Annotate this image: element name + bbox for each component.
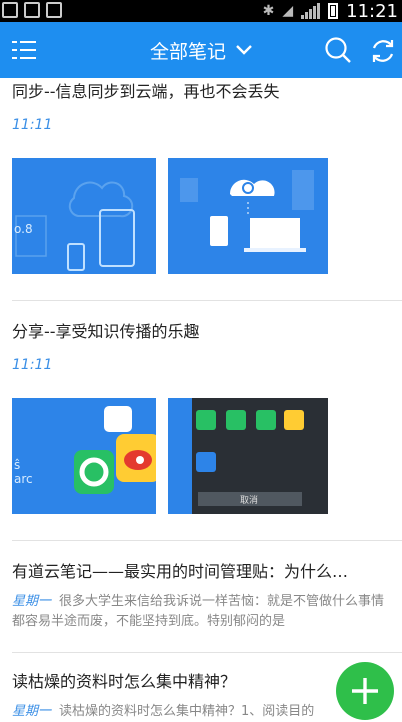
note-list[interactable]: 同步--信息同步到云端，再也不会丢失 11:11 o.8 分享--享受知识传播的… <box>0 78 402 722</box>
note-thumbnail[interactable]: ŝ arc <box>12 398 156 514</box>
note-title: 分享--享受知识传播的乐趣 <box>12 322 200 341</box>
divider <box>12 300 402 301</box>
battery-icon <box>328 3 339 19</box>
status-bar: ✱ ◢ 11:21 <box>0 0 402 22</box>
cloud-sync-illustration <box>180 170 314 252</box>
add-note-button[interactable] <box>336 662 394 720</box>
wifi-icon: ◢ <box>282 3 294 19</box>
note-excerpt: 星期一 读枯燥的资料时怎么集中精神？1、阅读目的 <box>12 702 390 722</box>
share-apps-illustration <box>74 406 156 494</box>
note-time: 11:11 <box>12 117 53 133</box>
note-thumbnail[interactable]: o.8 <box>12 158 156 274</box>
list-item[interactable]: 同步--信息同步到云端，再也不会丢失 11:11 o.8 <box>12 80 402 274</box>
note-excerpt: 星期一 很多大学生来信给我诉说一样苦恼：就是不管做什么事情都容易半途而废，不能坚持… <box>12 592 390 632</box>
chevron-down-icon <box>236 45 252 55</box>
sync-icon[interactable] <box>368 36 398 66</box>
thumbnail-text: ŝ arc <box>14 458 33 486</box>
devices-illustration <box>15 181 135 271</box>
plus-icon <box>352 678 378 704</box>
list-item[interactable]: 有道云笔记——最实用的时间管理贴：为什么… 星期一 很多大学生来信给我诉说一样苦恼… <box>12 560 402 632</box>
note-thumbnail[interactable] <box>168 158 328 274</box>
clipboard-notification-icon <box>46 2 62 18</box>
signal-icon <box>301 3 321 19</box>
list-item[interactable]: 分享--享受知识传播的乐趣 11:11 ŝ arc 取消 <box>12 320 402 514</box>
note-time: 星期一 <box>12 594 52 609</box>
excerpt-text: 很多大学生来信给我诉说一样苦恼：就是不管做什么事情都容易半途而废，不能坚持到底。… <box>12 594 385 629</box>
search-icon[interactable] <box>324 36 352 64</box>
download-notification-icon <box>24 2 40 18</box>
note-time: 11:11 <box>12 357 53 373</box>
excerpt-text: 读枯燥的资料时怎么集中精神？1、阅读目的 <box>59 704 315 719</box>
share-cancel-label: 取消 <box>240 496 259 506</box>
note-title: 读枯燥的资料时怎么集中精神？ <box>12 672 237 691</box>
divider <box>12 540 402 541</box>
note-thumbnail[interactable]: 取消 <box>168 398 328 514</box>
divider <box>12 652 402 653</box>
page-title: 全部笔记 <box>149 40 226 63</box>
image-notification-icon <box>2 2 18 18</box>
bluetooth-icon: ✱ <box>262 3 275 19</box>
app-bar: 全部笔记 <box>0 22 402 78</box>
thumbnail-text: o.8 <box>14 222 33 236</box>
note-time: 星期一 <box>12 704 52 719</box>
note-title: 同步--信息同步到云端，再也不会丢失 <box>12 82 280 101</box>
clock: 11:21 <box>346 0 398 22</box>
note-title: 有道云笔记——最实用的时间管理贴：为什么… <box>12 562 349 581</box>
